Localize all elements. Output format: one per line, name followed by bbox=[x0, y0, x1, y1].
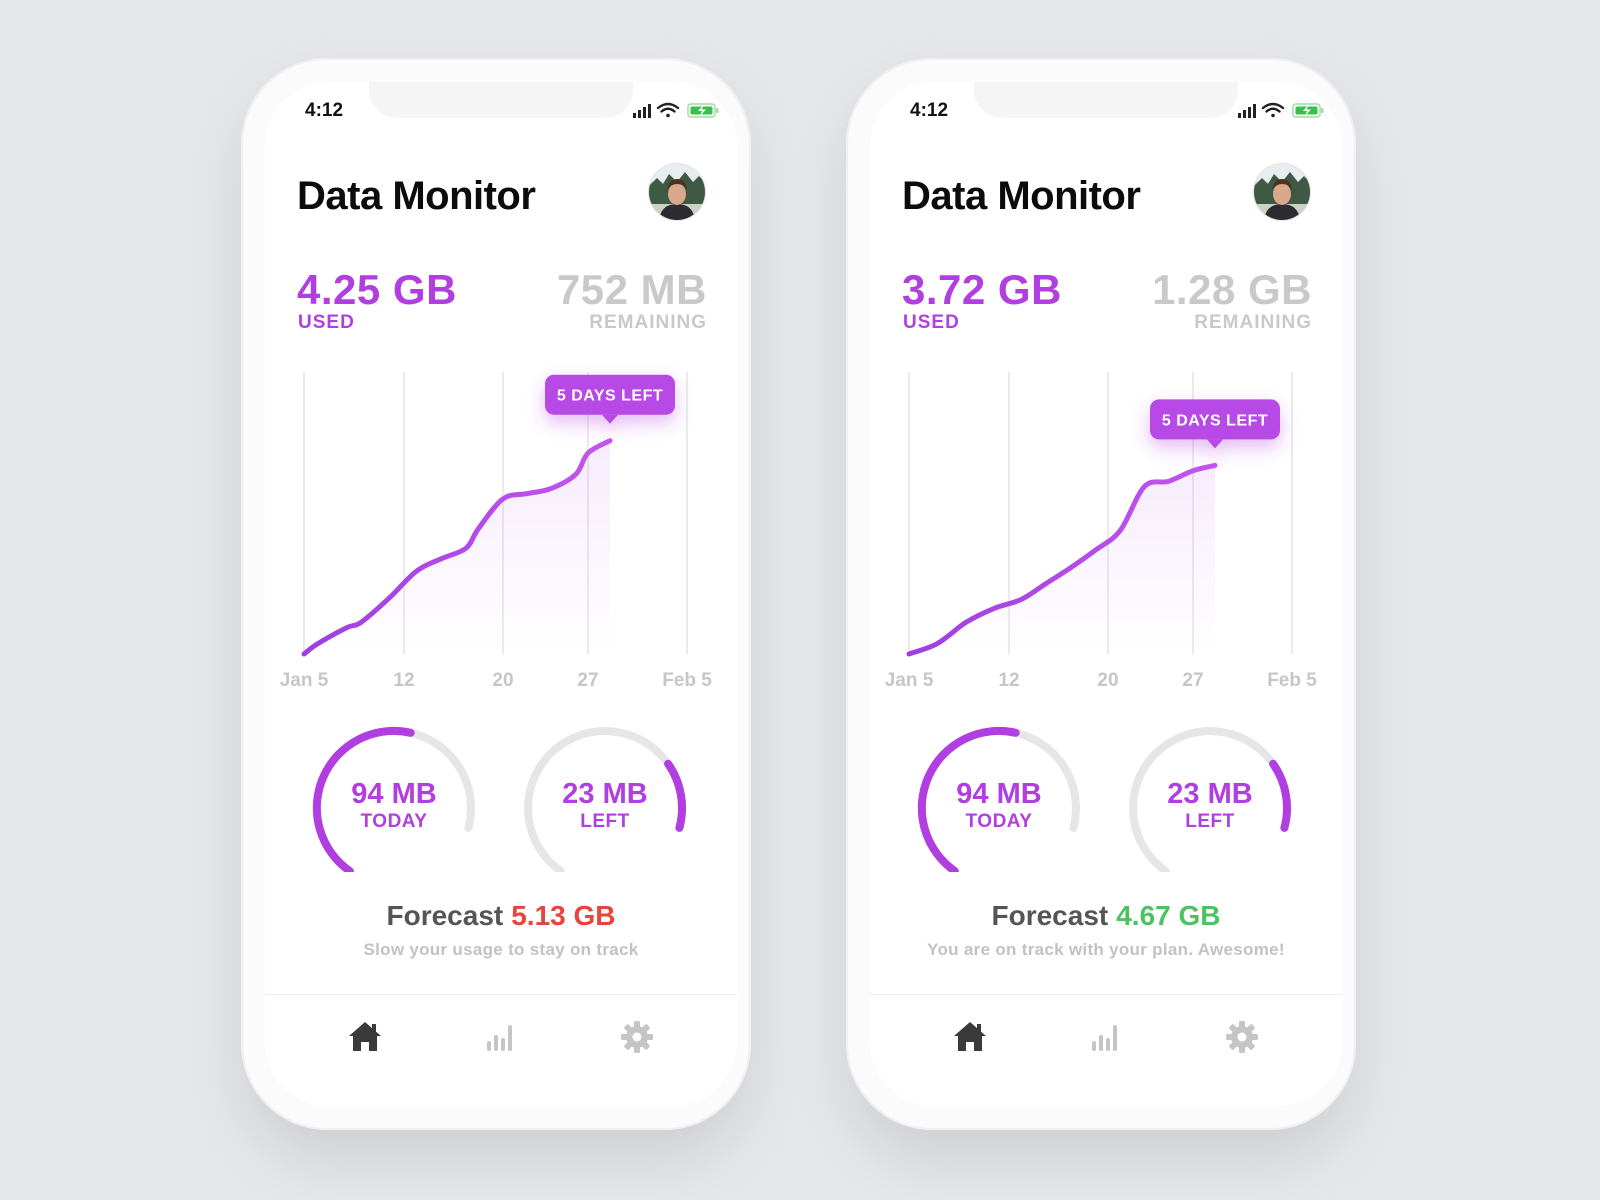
x-tick-label: Jan 5 bbox=[885, 670, 934, 691]
x-tick-label: 27 bbox=[577, 670, 598, 691]
bar-chart-icon[interactable] bbox=[481, 1017, 521, 1057]
gauge-left: 23 MB LEFT bbox=[1124, 722, 1296, 872]
gear-icon[interactable] bbox=[617, 1017, 657, 1057]
gauge-today-value: 94 MB bbox=[351, 778, 437, 810]
gear-icon[interactable] bbox=[1222, 1017, 1262, 1057]
forecast-message: You are on track with your plan. Awesome… bbox=[927, 940, 1285, 959]
gauge-today-value: 94 MB bbox=[956, 778, 1042, 810]
home-icon[interactable] bbox=[345, 1017, 385, 1057]
usage-line-chart: Jan 5 12 20 27 Feb 5 5 DAYS LEFT bbox=[885, 372, 1317, 691]
home-icon[interactable] bbox=[950, 1017, 990, 1057]
x-tick-label: 20 bbox=[1097, 670, 1118, 691]
gauge-left-label: LEFT bbox=[580, 811, 630, 832]
usage-line-chart: Jan 5 12 20 27 Feb 5 5 DAYS LEFT bbox=[280, 372, 712, 691]
tab-bar bbox=[870, 994, 1342, 1106]
gauge-left-value: 23 MB bbox=[1167, 778, 1253, 810]
forecast-message: Slow your usage to stay on track bbox=[363, 940, 639, 959]
x-tick-label: 20 bbox=[492, 670, 513, 691]
app-screen: 4:12 Data Monitor bbox=[265, 82, 737, 1106]
tab-bar bbox=[265, 994, 737, 1106]
forecast: Forecast 5.13 GB bbox=[265, 900, 737, 932]
phone-mockup-left: 4:12 Data Monitor 4.25 GB USED 752 MB RE… bbox=[241, 58, 751, 1130]
forecast-label: Forecast bbox=[386, 900, 504, 931]
bar-chart-icon[interactable] bbox=[1086, 1017, 1126, 1057]
usage-area bbox=[304, 440, 610, 654]
gauge-left: 23 MB LEFT bbox=[519, 722, 691, 872]
forecast-value: 5.13 GB bbox=[511, 900, 616, 931]
x-tick-label: 12 bbox=[393, 670, 414, 691]
forecast-value: 4.67 GB bbox=[1116, 900, 1221, 931]
x-tick-label: 27 bbox=[1182, 670, 1203, 691]
x-tick-label: Feb 5 bbox=[662, 670, 712, 691]
x-tick-label: Feb 5 bbox=[1267, 670, 1317, 691]
app-screen: 4:12 Data Monitor bbox=[870, 82, 1342, 1106]
usage-area bbox=[909, 465, 1215, 654]
x-tick-label: 12 bbox=[998, 670, 1019, 691]
gauge-left-value: 23 MB bbox=[562, 778, 648, 810]
gauge-today-label: TODAY bbox=[360, 811, 428, 832]
forecast: Forecast 4.67 GB bbox=[870, 900, 1342, 932]
phone-mockup-right: 4:12 Data Monitor 3.72 GB USED 1.28 GB R… bbox=[846, 58, 1356, 1130]
x-tick-label: Jan 5 bbox=[280, 670, 329, 691]
gauge-today-label: TODAY bbox=[965, 811, 1033, 832]
gauge-left-label: LEFT bbox=[1185, 811, 1235, 832]
days-left-tooltip-text: 5 DAYS LEFT bbox=[1162, 412, 1268, 429]
forecast-label: Forecast bbox=[991, 900, 1109, 931]
days-left-tooltip-text: 5 DAYS LEFT bbox=[557, 388, 663, 405]
gauge-today: 94 MB TODAY bbox=[308, 722, 480, 872]
gauge-today: 94 MB TODAY bbox=[913, 722, 1085, 872]
